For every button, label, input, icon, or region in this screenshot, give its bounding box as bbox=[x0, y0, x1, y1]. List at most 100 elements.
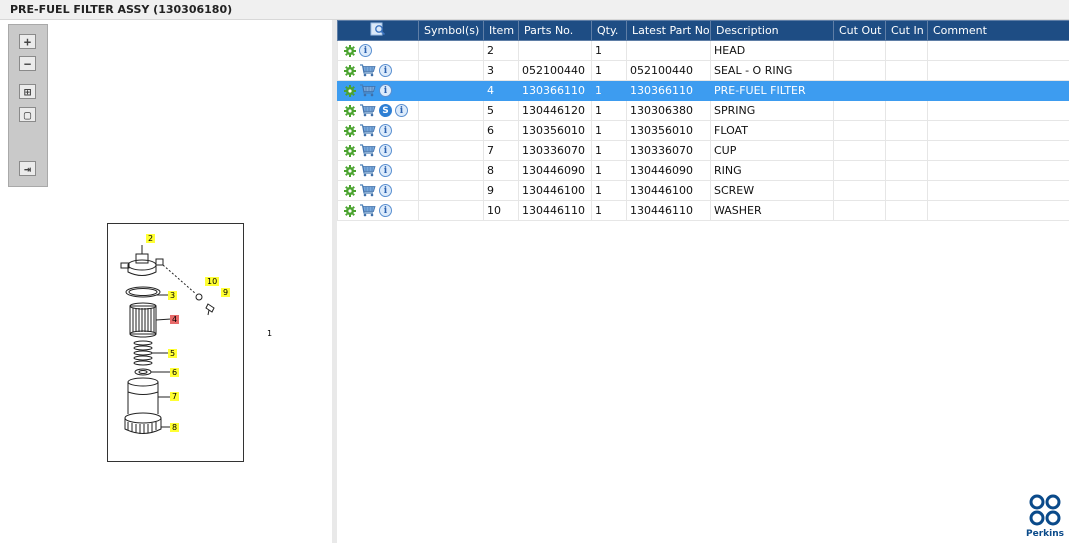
illustration-toolbar: + − ⊞ ▢ ⇥ bbox=[8, 24, 48, 187]
column-header-cut-in[interactable]: Cut In bbox=[885, 20, 928, 41]
table-row[interactable]: i 10 130446110 1 130446110 WASHER bbox=[337, 200, 1069, 221]
info-icon[interactable]: i bbox=[379, 204, 392, 217]
symbols-cell bbox=[418, 180, 484, 201]
callout-7[interactable]: 7 bbox=[170, 392, 180, 401]
table-row[interactable]: i 6 130356010 1 130356010 FLOAT bbox=[337, 120, 1069, 141]
cut-in-cell bbox=[885, 100, 928, 121]
gear-icon[interactable] bbox=[344, 44, 356, 57]
cart-icon[interactable] bbox=[359, 164, 376, 177]
symbols-cell bbox=[418, 140, 484, 161]
column-header-symbols[interactable]: Symbol(s) bbox=[418, 20, 484, 41]
row-actions-cell: i bbox=[337, 80, 419, 101]
cut-out-cell bbox=[833, 100, 886, 121]
column-header-latest-part-no[interactable]: Latest Part No. bbox=[626, 20, 711, 41]
table-row[interactable]: Si 5 130446120 1 130306380 SPRING bbox=[337, 100, 1069, 121]
table-row[interactable]: i 4 130366110 1 130366110 PRE-FUEL FILTER bbox=[337, 80, 1069, 101]
window-title: PRE-FUEL FILTER ASSY (130306180) bbox=[10, 3, 233, 16]
info-icon[interactable]: i bbox=[379, 164, 392, 177]
column-header-description[interactable]: Description bbox=[710, 20, 834, 41]
column-header-actions[interactable] bbox=[337, 20, 419, 41]
description-cell: SEAL - O RING bbox=[710, 60, 834, 81]
symbol-s-icon[interactable]: S bbox=[379, 104, 392, 117]
column-header-cut-out[interactable]: Cut Out bbox=[833, 20, 886, 41]
info-icon[interactable]: i bbox=[395, 104, 408, 117]
callout-10[interactable]: 10 bbox=[205, 277, 220, 286]
cart-icon[interactable] bbox=[359, 144, 376, 157]
comment-cell bbox=[927, 60, 1069, 81]
info-icon[interactable]: i bbox=[379, 124, 392, 137]
row-actions-cell: i bbox=[337, 40, 419, 61]
row-action-icons: i bbox=[341, 44, 415, 57]
export-button[interactable]: ⇥ bbox=[19, 161, 36, 176]
cart-icon[interactable] bbox=[359, 204, 376, 217]
callout-6[interactable]: 6 bbox=[170, 368, 180, 377]
callout-8[interactable]: 8 bbox=[170, 423, 180, 432]
table-row[interactable]: i 9 130446100 1 130446100 SCREW bbox=[337, 180, 1069, 201]
table-row[interactable]: i 7 130336070 1 130336070 CUP bbox=[337, 140, 1069, 161]
gear-icon[interactable] bbox=[344, 184, 356, 197]
row-actions-cell: i bbox=[337, 120, 419, 141]
comment-cell bbox=[927, 200, 1069, 221]
info-icon[interactable]: i bbox=[379, 144, 392, 157]
cut-in-cell bbox=[885, 160, 928, 181]
row-action-icons: i bbox=[341, 124, 415, 137]
gear-icon[interactable] bbox=[344, 164, 356, 177]
cut-out-cell bbox=[833, 120, 886, 141]
callout-5[interactable]: 5 bbox=[168, 349, 178, 358]
description-cell: FLOAT bbox=[710, 120, 834, 141]
zoom-in-button[interactable]: + bbox=[19, 34, 36, 49]
gear-icon[interactable] bbox=[344, 64, 356, 77]
column-header-qty[interactable]: Qty. bbox=[591, 20, 627, 41]
gear-icon[interactable] bbox=[344, 204, 356, 217]
item-cell: 4 bbox=[483, 80, 519, 101]
info-icon[interactable]: i bbox=[359, 44, 372, 57]
item-cell: 10 bbox=[483, 200, 519, 221]
row-actions-cell: i bbox=[337, 160, 419, 181]
qty-cell: 1 bbox=[591, 60, 627, 81]
row-action-icons: i bbox=[341, 144, 415, 157]
cart-icon[interactable] bbox=[359, 64, 376, 77]
cart-icon[interactable] bbox=[359, 184, 376, 197]
row-action-icons: i bbox=[341, 204, 415, 217]
cut-in-cell bbox=[885, 40, 928, 61]
column-header-parts-no[interactable]: Parts No. bbox=[518, 20, 592, 41]
latest-part-no-cell: 130306380 bbox=[626, 100, 711, 121]
symbols-cell bbox=[418, 60, 484, 81]
brand-name: Perkins bbox=[1026, 529, 1064, 539]
cut-in-cell bbox=[885, 80, 928, 101]
callout-9[interactable]: 9 bbox=[221, 288, 231, 297]
gear-icon[interactable] bbox=[344, 104, 356, 117]
info-icon[interactable]: i bbox=[379, 84, 392, 97]
description-cell: RING bbox=[710, 160, 834, 181]
gear-icon[interactable] bbox=[344, 124, 356, 137]
gear-icon[interactable] bbox=[344, 144, 356, 157]
column-header-item[interactable]: Item bbox=[483, 20, 519, 41]
cart-icon[interactable] bbox=[359, 104, 376, 117]
item-cell: 9 bbox=[483, 180, 519, 201]
actual-size-button[interactable]: ▢ bbox=[19, 107, 36, 122]
table-row[interactable]: i 2 1 HEAD bbox=[337, 40, 1069, 61]
row-actions-cell: i bbox=[337, 60, 419, 81]
table-row[interactable]: i 8 130446090 1 130446090 RING bbox=[337, 160, 1069, 181]
callout-3[interactable]: 3 bbox=[168, 291, 178, 300]
qty-cell: 1 bbox=[591, 180, 627, 201]
parts-no-cell bbox=[518, 40, 592, 61]
info-icon[interactable]: i bbox=[379, 184, 392, 197]
search-list-icon[interactable] bbox=[370, 22, 386, 36]
comment-cell bbox=[927, 40, 1069, 61]
parts-no-cell: 130446090 bbox=[518, 160, 592, 181]
gear-icon[interactable] bbox=[344, 84, 356, 97]
zoom-out-button[interactable]: − bbox=[19, 56, 36, 71]
cut-out-cell bbox=[833, 180, 886, 201]
table-row[interactable]: i 3 052100440 1 052100440 SEAL - O RING bbox=[337, 60, 1069, 81]
cart-icon[interactable] bbox=[359, 124, 376, 137]
comment-cell bbox=[927, 80, 1069, 101]
callout-2[interactable]: 2 bbox=[146, 234, 156, 243]
qty-cell: 1 bbox=[591, 140, 627, 161]
column-header-comment[interactable]: Comment bbox=[927, 20, 1069, 41]
cart-icon[interactable] bbox=[359, 84, 376, 97]
fit-to-window-button[interactable]: ⊞ bbox=[19, 84, 36, 99]
cut-out-cell bbox=[833, 160, 886, 181]
info-icon[interactable]: i bbox=[379, 64, 392, 77]
callout-4[interactable]: 4 bbox=[170, 315, 180, 324]
